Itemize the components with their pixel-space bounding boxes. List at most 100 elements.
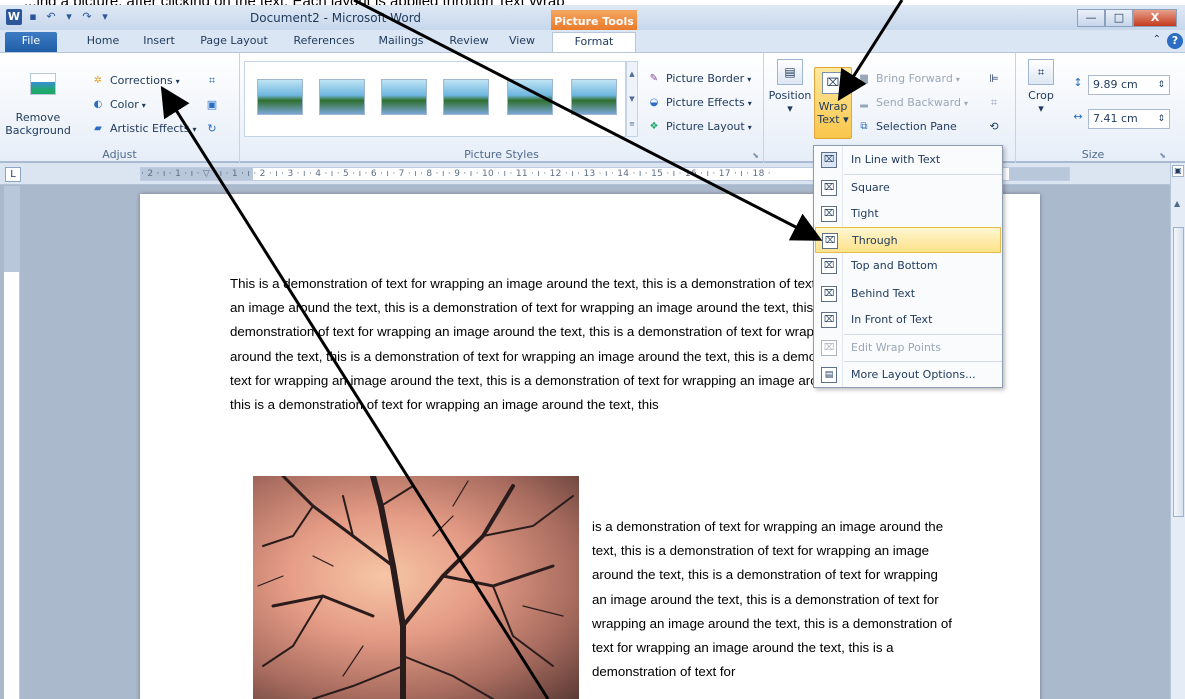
- tab-insert[interactable]: Insert: [136, 32, 182, 52]
- winter-tree-photo[interactable]: [253, 476, 579, 699]
- quick-access-toolbar: ▪ ↶ ▾ ↷ ▾: [26, 9, 112, 25]
- send-backward-button[interactable]: ▂ Send Backward ▾: [856, 93, 968, 113]
- document-title: Document2 - Microsoft Word: [250, 11, 422, 25]
- save-icon[interactable]: ▪: [26, 9, 40, 25]
- through-wrap-icon: ⌧: [822, 233, 838, 249]
- paragraph-2[interactable]: is a demonstration of text for wrapping …: [592, 515, 952, 684]
- selection-pane-icon: ⧉: [860, 121, 868, 132]
- ruler-toggle-icon[interactable]: ▣: [1172, 165, 1184, 177]
- tab-view[interactable]: View: [502, 32, 542, 52]
- tree-branches-icon: [257, 476, 574, 699]
- dropdown-icon: ▾: [141, 101, 146, 110]
- style-thumbnail[interactable]: [319, 79, 365, 115]
- tab-home[interactable]: Home: [82, 32, 124, 52]
- style-thumbnail[interactable]: [257, 79, 303, 115]
- undo-icon[interactable]: ↶: [44, 9, 58, 25]
- gallery-scroll[interactable]: ▲ ▼ ≡: [626, 61, 638, 137]
- crop-icon: ⌗: [1028, 59, 1054, 85]
- paragraph-1[interactable]: This is a demonstration of text for wrap…: [230, 272, 898, 417]
- remove-background-icon[interactable]: [30, 73, 56, 95]
- selection-pane-button[interactable]: ⧉ Selection Pane: [856, 117, 956, 137]
- picture-effects-button[interactable]: ◒ Picture Effects ▾: [646, 93, 752, 113]
- tab-format[interactable]: Format: [552, 32, 636, 52]
- undo-dropdown-icon[interactable]: ▾: [62, 9, 76, 25]
- tab-references[interactable]: References: [284, 32, 364, 52]
- compress-pictures-icon[interactable]: ⌗: [204, 73, 220, 89]
- dropdown-icon: ▾: [192, 125, 197, 134]
- behind-text-icon: ⌧: [821, 286, 837, 302]
- style-thumbnail[interactable]: [381, 79, 427, 115]
- corrections-button[interactable]: ✲ Corrections ▾: [90, 71, 180, 91]
- artistic-effects-button[interactable]: ▰ Artistic Effects ▾: [90, 119, 196, 139]
- reset-picture-icon[interactable]: ↻: [204, 121, 220, 137]
- dialog-launcher-icon[interactable]: ⬊: [1159, 151, 1166, 160]
- wrap-text-button[interactable]: ⌧ Wrap Text ▾: [814, 67, 852, 139]
- dialog-launcher-icon[interactable]: ⬊: [752, 151, 759, 160]
- dropdown-icon: ▾: [747, 75, 752, 84]
- picture-border-button[interactable]: ✎ Picture Border ▾: [646, 69, 751, 89]
- word-app-icon[interactable]: W: [6, 9, 22, 25]
- menu-item-top-and-bottom[interactable]: ⌧ Top and Bottom: [815, 253, 1001, 279]
- square-wrap-icon: ⌧: [821, 180, 837, 196]
- menu-item-in-line-with-text[interactable]: ⌧ In Line with Text: [815, 147, 1001, 173]
- group-label-picture-styles: Picture Styles: [464, 148, 539, 161]
- bring-forward-icon: ▆: [860, 73, 868, 84]
- tight-wrap-icon: ⌧: [821, 206, 837, 222]
- group-label-size: Size: [1081, 148, 1105, 161]
- dropdown-icon: ▾: [955, 75, 960, 84]
- horizontal-ruler: L · 2 · ı · 1 · ı · ▽ · ı · 1 · ı · 2 · …: [0, 163, 1185, 185]
- height-icon: ↕: [1073, 76, 1083, 89]
- group-icon[interactable]: ⌗: [986, 95, 1002, 111]
- smartart-icon: ❖: [649, 121, 659, 132]
- crop-button[interactable]: ⌗ Crop ▾: [1024, 59, 1058, 115]
- menu-item-edit-wrap-points[interactable]: ⌧ Edit Wrap Points: [815, 335, 1001, 361]
- scroll-up-icon[interactable]: ▲: [1174, 199, 1180, 208]
- spinner-arrows-icon[interactable]: ⇕: [1157, 76, 1165, 94]
- redo-icon[interactable]: ↷: [80, 9, 94, 25]
- sun-icon: ✲: [93, 75, 103, 86]
- color-button[interactable]: ◐ Color ▾: [90, 95, 146, 115]
- bring-forward-button[interactable]: ▆ Bring Forward ▾: [856, 69, 960, 89]
- menu-item-tight[interactable]: ⌧ Tight: [815, 201, 1001, 227]
- menu-item-behind-text[interactable]: ⌧ Behind Text: [815, 281, 1001, 307]
- menu-item-square[interactable]: ⌧ Square: [815, 175, 1001, 201]
- menu-item-through[interactable]: ⌧ Through: [815, 227, 1001, 253]
- vertical-scrollbar[interactable]: ▣ ▲: [1170, 163, 1185, 699]
- menu-item-more-layout-options[interactable]: ▤ More Layout Options...: [815, 362, 1001, 388]
- tab-review[interactable]: Review: [444, 32, 494, 52]
- help-icon[interactable]: ?: [1167, 33, 1183, 49]
- close-button[interactable]: X: [1133, 9, 1177, 27]
- width-icon: ↔: [1073, 110, 1083, 123]
- title-bar: W ▪ ↶ ▾ ↷ ▾ Document2 - Microsoft Word P…: [0, 5, 1185, 35]
- dropdown-icon: ▾: [747, 123, 752, 132]
- minimize-button[interactable]: —: [1077, 9, 1105, 27]
- tab-selector[interactable]: L: [5, 167, 21, 182]
- scroll-thumb[interactable]: [1173, 227, 1184, 517]
- dropdown-icon: ▾: [1038, 102, 1044, 115]
- style-thumbnail[interactable]: [571, 79, 617, 115]
- style-thumbnail[interactable]: [507, 79, 553, 115]
- customize-qat-icon[interactable]: ▾: [98, 9, 112, 25]
- tab-mailings[interactable]: Mailings: [370, 32, 432, 52]
- position-button[interactable]: ▤ Position ▾: [768, 59, 812, 115]
- align-icon[interactable]: ⊫: [986, 71, 1002, 87]
- group-picture-styles: ▲ ▼ ≡ ✎ Picture Border ▾ ◒ Picture Effects ▾ ❖…: [240, 53, 764, 163]
- position-icon: ▤: [777, 59, 803, 85]
- tab-file[interactable]: File: [5, 32, 57, 52]
- rotate-icon[interactable]: ⟲: [986, 119, 1002, 135]
- in-front-icon: ⌧: [821, 312, 837, 328]
- remove-background-button[interactable]: Remove Background: [3, 111, 73, 137]
- width-spinner[interactable]: 7.41 cm ⇕: [1088, 109, 1170, 129]
- change-picture-icon[interactable]: ▣: [204, 97, 220, 113]
- pen-icon: ✎: [649, 73, 659, 84]
- picture-layout-button[interactable]: ❖ Picture Layout ▾: [646, 117, 752, 137]
- height-spinner[interactable]: 9.89 cm ⇕: [1088, 75, 1170, 95]
- spinner-arrows-icon[interactable]: ⇕: [1157, 110, 1165, 128]
- maximize-button[interactable]: □: [1105, 9, 1133, 27]
- minimize-ribbon-icon[interactable]: ⌃: [1153, 34, 1161, 45]
- menu-item-in-front-of-text[interactable]: ⌧ In Front of Text: [815, 307, 1001, 333]
- style-thumbnail[interactable]: [443, 79, 489, 115]
- dropdown-icon: ▾: [963, 99, 968, 108]
- tab-page-layout[interactable]: Page Layout: [194, 32, 274, 52]
- vertical-ruler[interactable]: [4, 186, 20, 699]
